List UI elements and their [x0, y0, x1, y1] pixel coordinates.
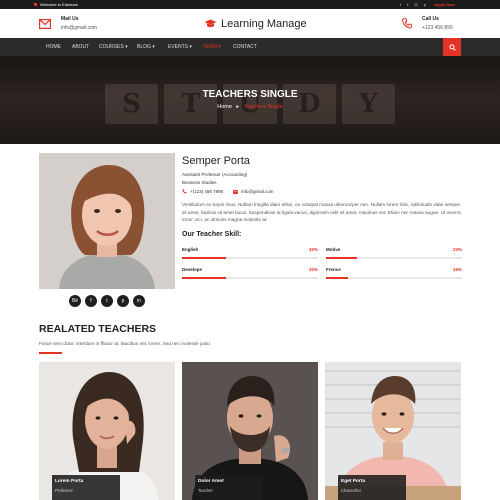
- facebook-icon[interactable]: f: [85, 295, 97, 307]
- nav-team[interactable]: TEAM ▾: [203, 44, 221, 50]
- teacher-card-name[interactable]: Lorem Porta: [55, 479, 117, 484]
- skill-label: English: [182, 247, 199, 252]
- teacher-card-role: Chancellor: [341, 488, 362, 493]
- skill-fill: [326, 257, 358, 259]
- teacher-card-caption: Eget Porta Chancellor: [338, 475, 406, 500]
- page-title: TEACHERS SINGLE: [202, 89, 298, 100]
- teacher-phone[interactable]: +(123) 456 7890: [182, 189, 223, 194]
- skill-bar-develope: Develope 32%: [182, 267, 318, 279]
- teacher-phone-text: +(123) 456 7890: [190, 189, 224, 194]
- breadcrumb-home[interactable]: Home: [217, 104, 232, 110]
- teacher-photo: [39, 153, 175, 289]
- teacher-card[interactable]: Eget Porta Chancellor: [325, 362, 461, 500]
- skill-percent: 32%: [308, 247, 318, 252]
- skill-label: Develope: [182, 267, 203, 272]
- skill-track: [182, 257, 318, 259]
- teacher-card-caption: Dolor Amet Teacher: [195, 475, 263, 500]
- breadcrumb-current: Teachers Single: [243, 104, 283, 110]
- teacher-portrait-image: [39, 153, 175, 289]
- skill-bar-english: English 32%: [182, 247, 318, 259]
- mail-value[interactable]: info@gmail.com: [61, 25, 97, 31]
- skill-section-title: Our Teacher Skill:: [182, 230, 242, 238]
- welcome-text: Welcome to Edulearn: [40, 2, 79, 7]
- title-underline: [39, 352, 62, 354]
- skill-bar-motive: Motive 23%: [326, 247, 462, 259]
- envelope-icon: [39, 18, 51, 29]
- teacher-email[interactable]: info@gmail.com: [233, 189, 274, 194]
- nav-contact[interactable]: CONTACT: [233, 44, 257, 50]
- skill-label: Frence: [326, 267, 341, 272]
- call-value[interactable]: +123 456 890: [422, 25, 453, 31]
- apply-now-link[interactable]: Apply Now: [434, 2, 455, 7]
- related-teachers-title: REALATED TEACHERS: [39, 323, 157, 335]
- graduation-cap-icon: [204, 19, 217, 28]
- mail-contact: Mail Us info@gmail.com: [39, 16, 97, 31]
- skill-label: Motive: [326, 247, 341, 252]
- page-banner: S T U D Y TEACHERS SINGLE Home ▸ Teacher…: [0, 56, 500, 144]
- teacher-card-caption: Lorem Porta Professor: [52, 475, 120, 500]
- top-bar: Welcome to Edulearn f t ◎ p Apply Now: [0, 0, 500, 9]
- main-nav: HOME ABOUT COURSES ▾ BLOG ▾ EVENTS ▾ TEA…: [0, 38, 500, 56]
- phone-icon: [402, 18, 412, 29]
- skill-percent: 16%: [452, 267, 462, 272]
- teacher-department: Business Studies: [182, 180, 217, 185]
- skill-fill: [182, 257, 226, 259]
- skill-fill: [326, 277, 348, 279]
- related-teachers-subtitle: Fusce sem dolor, interdum in fficitur at…: [39, 341, 212, 346]
- site-logo[interactable]: Learning Manage: [204, 18, 307, 30]
- pinterest-icon[interactable]: p: [117, 295, 129, 307]
- skill-track: [182, 277, 318, 279]
- linkedin-icon[interactable]: in: [133, 295, 145, 307]
- search-button[interactable]: [443, 38, 461, 56]
- skill-bar-frence: Frence 16%: [326, 267, 462, 279]
- skill-percent: 32%: [308, 267, 318, 272]
- twitter-icon[interactable]: t: [407, 2, 408, 7]
- teacher-card[interactable]: Lorem Porta Professor: [39, 362, 175, 500]
- call-contact: Call Us +123 456 890: [402, 16, 453, 31]
- envelope-icon: [233, 189, 239, 194]
- facebook-icon[interactable]: f: [400, 2, 401, 7]
- nav-events[interactable]: EVENTS ▾: [168, 44, 192, 50]
- teacher-info: Semper Porta Assistant Professor (Accoun…: [182, 155, 462, 238]
- teacher-card-role: Professor: [55, 488, 73, 493]
- brand-name: Learning Manage: [221, 18, 307, 30]
- teacher-social-links: Bē f t p in: [69, 295, 145, 307]
- teacher-role: Assistant Professor (Accounting): [182, 172, 248, 177]
- teacher-card[interactable]: Dolor Amet Teacher: [182, 362, 318, 500]
- skill-fill: [182, 277, 226, 279]
- call-title: Call Us: [422, 16, 439, 22]
- site-header: Mail Us info@gmail.com Learning Manage C…: [0, 9, 500, 38]
- pinterest-icon[interactable]: p: [424, 2, 426, 7]
- teacher-name: Semper Porta: [182, 155, 250, 167]
- mail-title: Mail Us: [61, 16, 79, 22]
- twitter-icon[interactable]: t: [101, 295, 113, 307]
- breadcrumb-separator: ▸: [236, 104, 240, 110]
- nav-about[interactable]: ABOUT: [72, 44, 89, 50]
- instagram-icon[interactable]: ◎: [414, 2, 418, 7]
- teacher-card-name[interactable]: Eget Porta: [341, 479, 403, 484]
- nav-blog[interactable]: BLOG ▾: [137, 44, 155, 50]
- welcome-message: Welcome to Edulearn: [34, 2, 78, 7]
- teacher-card-role: Teacher: [198, 488, 213, 493]
- teacher-email-text: info@gmail.com: [241, 189, 274, 194]
- teacher-contacts: +(123) 456 7890 info@gmail.com: [182, 189, 462, 194]
- skill-percent: 23%: [452, 247, 462, 252]
- breadcrumb: Home ▸ Teachers Single: [0, 104, 500, 110]
- teacher-bio: Vestibulum eu turpis risus. Nullam fring…: [182, 202, 461, 222]
- behance-icon[interactable]: Bē: [69, 295, 81, 307]
- nav-courses[interactable]: COURSES ▾: [99, 44, 128, 50]
- skill-track: [326, 277, 462, 279]
- welcome-icon: [34, 3, 37, 6]
- phone-icon: [182, 189, 187, 194]
- search-icon: [448, 43, 456, 51]
- top-social-links: f t ◎ p: [400, 2, 426, 7]
- teacher-card-name[interactable]: Dolor Amet: [198, 479, 260, 484]
- nav-home[interactable]: HOME: [46, 44, 61, 50]
- skill-track: [326, 257, 462, 259]
